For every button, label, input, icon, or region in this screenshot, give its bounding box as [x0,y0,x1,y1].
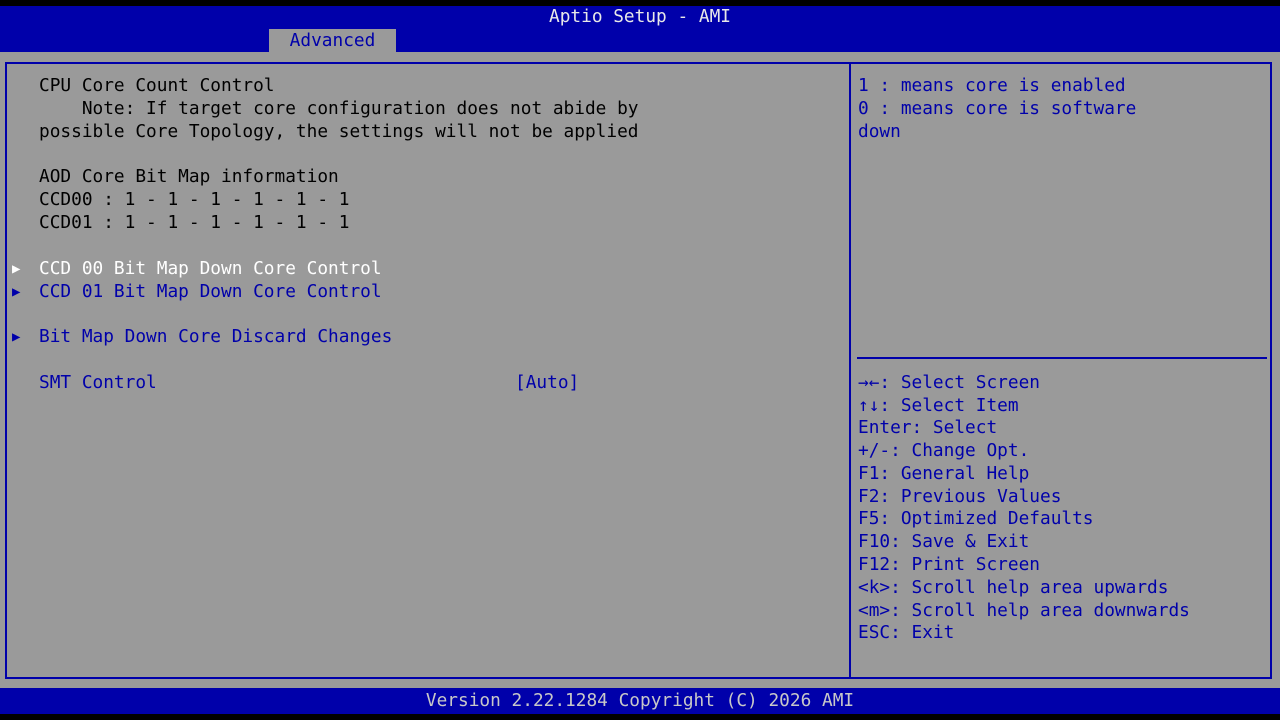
key-hint-f1: F1: General Help [858,463,1030,484]
smt-control-value[interactable]: [Auto] [515,372,579,394]
tab-advanced[interactable]: Advanced [269,29,396,52]
key-hint-select-screen: →←: Select Screen [858,372,1040,393]
key-hint-scroll-down: <m>: Scroll help area downwards [858,600,1190,621]
help-text-line: 0 : means core is software [858,98,1137,119]
submenu-ccd00-down-core[interactable]: CCD 00 Bit Map Down Core Control [39,258,382,280]
key-hint-f10: F10: Save & Exit [858,531,1030,552]
key-hint-scroll-up: <k>: Scroll help area upwards [858,577,1169,598]
key-hint-select-item: ↑↓: Select Item [858,395,1019,416]
panel-divider-vertical [849,62,851,679]
aod-info-title: AOD Core Bit Map information [39,166,339,187]
key-hint-f2: F2: Previous Values [858,486,1062,507]
submenu-arrow-icon: ▶ [12,284,21,300]
bottom-border [0,714,1280,720]
help-divider-horizontal [857,357,1267,359]
help-text-line: 1 : means core is enabled [858,75,1126,96]
help-text-line: down [858,121,901,142]
key-hint-change-opt: +/-: Change Opt. [858,440,1030,461]
key-hint-f5: F5: Optimized Defaults [858,508,1094,529]
key-hint-enter: Enter: Select [858,417,998,438]
note-line-2: possible Core Topology, the settings wil… [39,121,639,142]
version-footer: Version 2.22.1284 Copyright (C) 2026 AMI [0,688,1280,714]
submenu-ccd01-down-core[interactable]: CCD 01 Bit Map Down Core Control [39,281,382,303]
ccd01-bitmap-info: CCD01 : 1 - 1 - 1 - 1 - 1 - 1 [39,212,350,233]
submenu-discard-changes[interactable]: Bit Map Down Core Discard Changes [39,326,392,348]
submenu-arrow-icon: ▶ [12,329,21,345]
key-hint-esc: ESC: Exit [858,622,955,643]
ccd00-bitmap-info: CCD00 : 1 - 1 - 1 - 1 - 1 - 1 [39,189,350,210]
app-title: Aptio Setup - AMI [549,6,731,27]
section-title: CPU Core Count Control [39,75,275,96]
smt-control-label[interactable]: SMT Control [39,372,157,394]
key-hint-f12: F12: Print Screen [858,554,1040,575]
note-line-1: Note: If target core configuration does … [39,98,639,119]
submenu-arrow-icon: ▶ [12,261,21,277]
